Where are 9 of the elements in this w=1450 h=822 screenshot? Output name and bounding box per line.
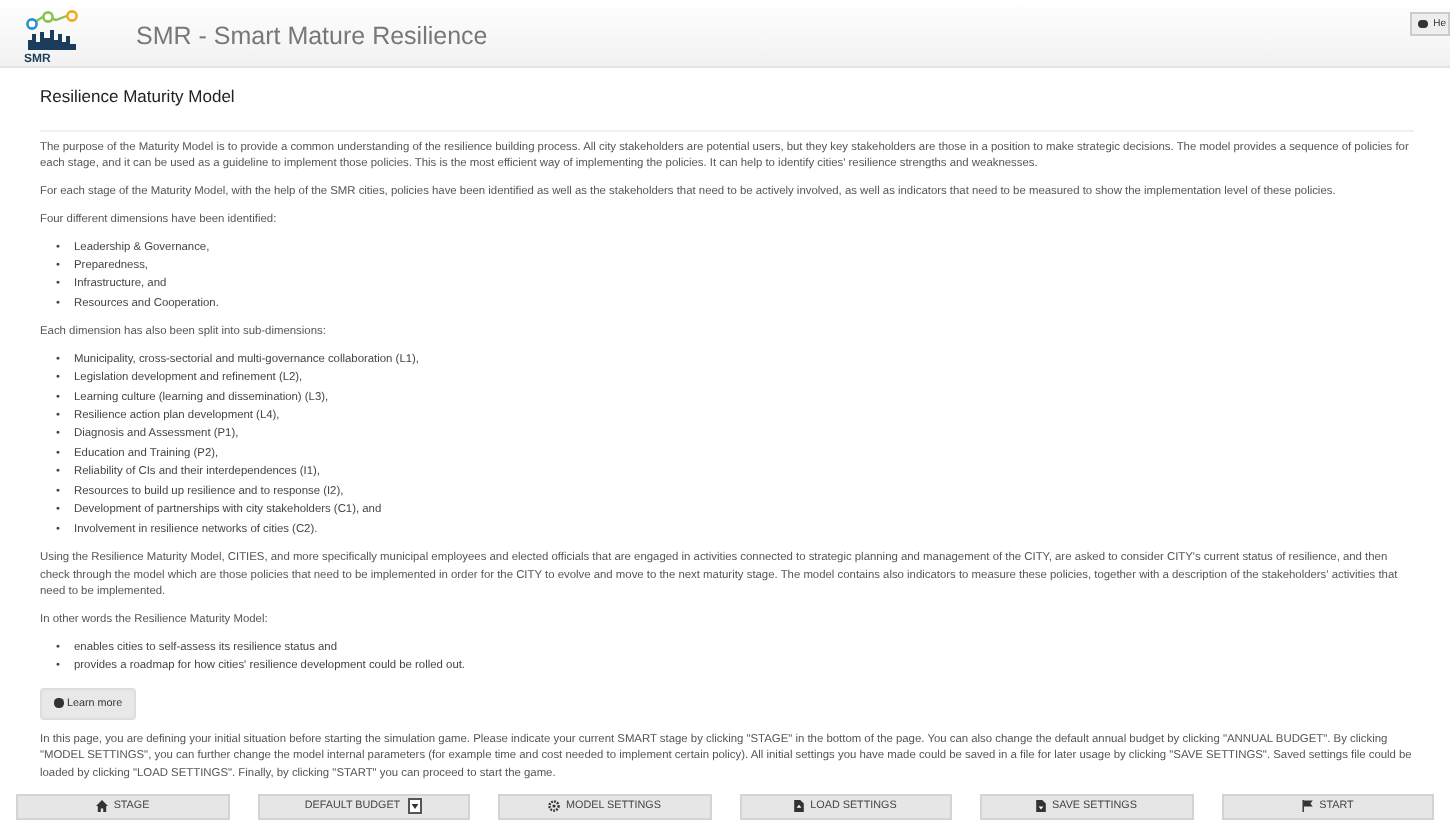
gear-icon	[548, 800, 561, 813]
caret-icon	[408, 798, 423, 815]
page-title: Resilience Maturity Model	[40, 68, 1414, 132]
logo-icon	[24, 8, 84, 52]
app-title: SMR - Smart Mature Resilience	[136, 22, 488, 50]
file-icon	[1036, 800, 1047, 813]
flag-icon	[1301, 800, 1314, 813]
home-icon	[95, 800, 108, 813]
file-icon	[794, 800, 805, 813]
